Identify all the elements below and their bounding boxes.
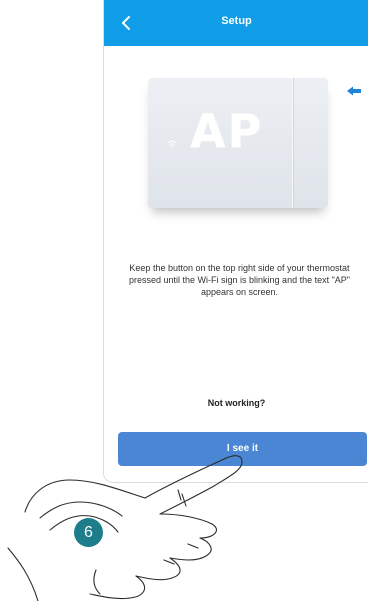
thermostat-divider — [292, 78, 293, 208]
header-bar: Setup — [104, 0, 368, 46]
thermostat-illustration: AP — [148, 78, 328, 208]
instruction-text: Keep the button on the top right side of… — [129, 263, 350, 297]
wifi-icon — [167, 140, 177, 148]
hand-pointer-illustration — [7, 455, 243, 601]
thermostat-display-text: AP — [190, 104, 264, 158]
not-working-link[interactable]: Not working? — [104, 398, 368, 408]
step-number-badge: 6 — [74, 518, 103, 547]
arrow-left-icon — [347, 86, 361, 96]
page-title: Setup — [221, 15, 252, 27]
